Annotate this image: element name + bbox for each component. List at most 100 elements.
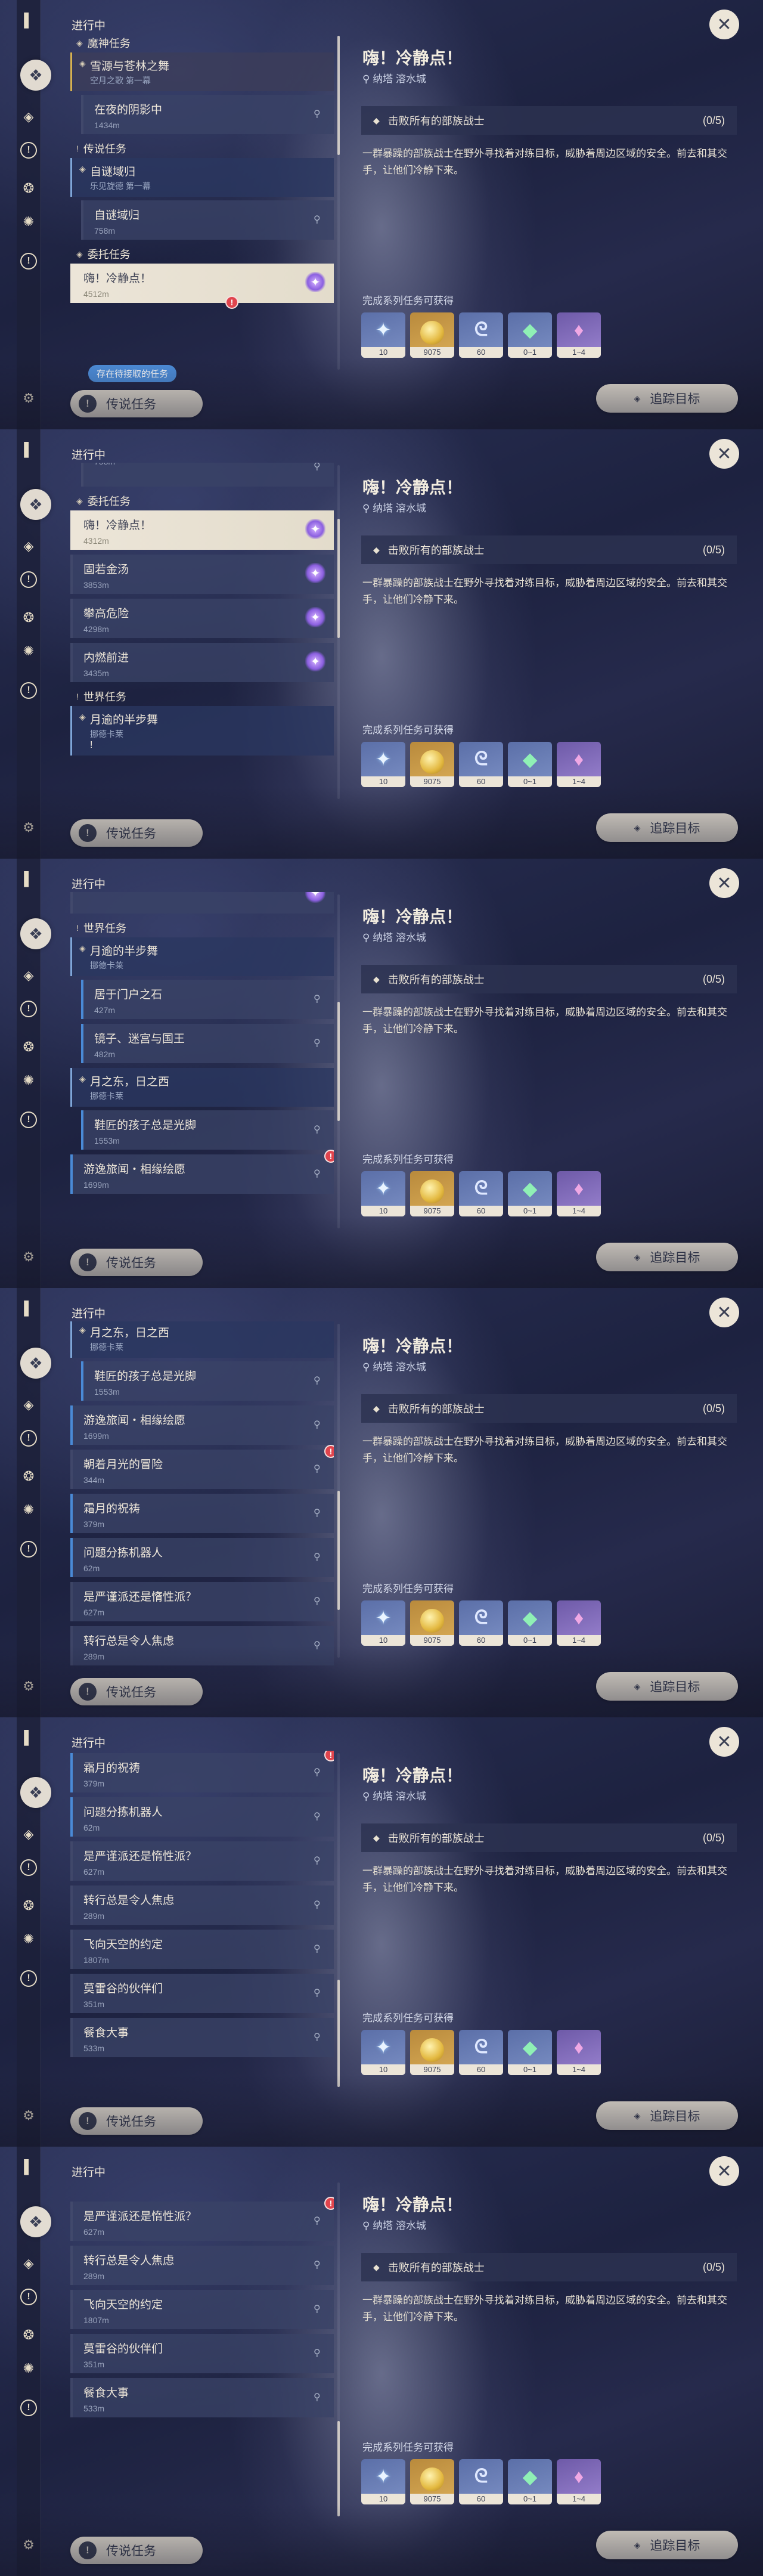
quest-list-item[interactable]: 飞向天空的约定 1807m ⚲ — [70, 2290, 334, 2329]
reward-mora[interactable]: 9075 — [410, 2459, 454, 2504]
close-button[interactable]: ✕ — [709, 1298, 739, 1327]
reward-adventure-exp[interactable]: ᘓ 60 — [459, 2030, 503, 2075]
quest-list-item[interactable]: 居于门户之石 427m ⚲ — [81, 980, 334, 1019]
reward-primogem[interactable]: ✦ 10 — [361, 2459, 405, 2504]
quest-list-item[interactable]: 游逸旅闻・相缘绘愿 1699m ⚲ — [70, 1405, 334, 1445]
world-quest-icon[interactable]: ❂ — [17, 2323, 41, 2347]
quest-list-item[interactable]: 游逸旅闻・相缘绘愿 1699m ⚲! — [70, 1150, 334, 1194]
story-quest-icon[interactable]: ! — [20, 142, 37, 159]
quest-group-header[interactable]: ◈ 月之东，日之西 挪德卡莱 — [70, 1068, 334, 1107]
map-pin-icon[interactable]: ⚲ — [314, 2259, 323, 2271]
map-pin-icon[interactable]: ⚲ — [314, 1168, 323, 1179]
reward-mora[interactable]: 9075 — [410, 1171, 454, 1216]
quest-list-item[interactable]: 莫雷谷的伙伴们 351m ⚲ — [70, 1974, 334, 2013]
reward-crystal[interactable]: ♦ 1~4 — [557, 742, 601, 787]
quest-list-item[interactable]: 霜月的祝祷 379m ⚲! — [70, 1751, 334, 1792]
quest-group-header[interactable]: ◈ 月逾的半步舞 挪德卡莱! — [70, 706, 334, 756]
quest-list-item[interactable]: 固若金汤 3853m ✦ — [70, 555, 334, 594]
reward-mora[interactable]: 9075 — [410, 1600, 454, 1646]
quest-list-item[interactable]: 鞋匠的孩子总是光脚 1553m ⚲ — [81, 1110, 334, 1150]
legend-quest-button[interactable]: ! 传说任务 — [70, 1249, 203, 1276]
scroll-thumb[interactable] — [337, 519, 340, 638]
reward-primogem[interactable]: ✦ 10 — [361, 1171, 405, 1216]
map-pin-icon[interactable]: ⚲ — [314, 1507, 323, 1519]
legend-quest-rail-icon[interactable]: ! — [20, 682, 37, 699]
map-pin-icon[interactable]: ⚲ — [314, 1123, 323, 1135]
quest-active-icon[interactable]: ❖ — [20, 1348, 51, 1379]
close-button[interactable]: ✕ — [709, 1727, 739, 1757]
reward-crystal[interactable]: ♦ 1~4 — [557, 2030, 601, 2075]
quest-list-item[interactable]: 飞向天空的约定 1807m ⚲ — [70, 1930, 334, 1969]
quest-list-item[interactable]: 霜月的祝祷 379m ⚲ — [70, 1494, 334, 1533]
quest-book-icon[interactable]: ▌ — [17, 8, 41, 32]
reward-adventure-exp[interactable]: ᘓ 60 — [459, 1600, 503, 1646]
reward-ore[interactable]: ◆ 0~1 — [508, 2030, 552, 2075]
map-pin-icon[interactable]: ⚲ — [314, 1551, 323, 1563]
quest-list-scrollbar[interactable] — [337, 894, 340, 1228]
quest-list[interactable]: 是严谨派还是惰性派？ 627m ⚲! 转行总是令人焦虑 289m ⚲ 飞向天空的约定 1807… — [70, 2180, 334, 2526]
map-pin-icon[interactable]: ⚲ — [314, 1639, 323, 1651]
reward-ore[interactable]: ◆ 0~1 — [508, 1171, 552, 1216]
archon-quest-icon[interactable]: ◈ — [17, 2252, 41, 2275]
reward-mora[interactable]: 9075 — [410, 742, 454, 787]
reward-crystal[interactable]: ♦ 1~4 — [557, 1600, 601, 1646]
map-pin-icon[interactable]: ⚲ — [314, 2215, 323, 2227]
map-pin-icon[interactable]: ⚲ — [314, 1463, 323, 1475]
commission-icon[interactable]: ✺ — [17, 1498, 41, 1522]
map-pin-icon[interactable]: ⚲ — [314, 1943, 323, 1955]
quest-list-item[interactable]: 转行总是令人焦虑 289m ⚲ — [70, 1885, 334, 1925]
legend-quest-button[interactable]: ! 传说任务 — [70, 1678, 203, 1705]
quest-list-item[interactable]: 鞋匠的孩子总是光脚 1553m ⚲ — [81, 1361, 334, 1401]
world-quest-icon[interactable]: ❂ — [17, 1035, 41, 1059]
quest-list-scrollbar[interactable] — [337, 465, 340, 799]
quest-list-item[interactable]: 758m ⚲ — [81, 463, 334, 487]
legend-quest-rail-icon[interactable]: ! — [20, 1541, 37, 1558]
quest-list-item[interactable]: 嗨！冷静点！ 4312m ✦ — [70, 510, 334, 550]
scroll-thumb[interactable] — [337, 1002, 340, 1121]
quest-group-header[interactable]: ◈ 月逾的半步舞 挪德卡莱 — [70, 937, 334, 976]
reward-crystal[interactable]: ♦ 1~4 — [557, 1171, 601, 1216]
quest-group-header[interactable]: ◈ 雪源与苍林之舞 空月之歌 第一幕 — [70, 52, 334, 91]
settings-icon[interactable]: ⚙ — [17, 816, 41, 840]
reward-mora[interactable]: 9075 — [410, 312, 454, 358]
quest-list-item[interactable]: 自谜域归 758m ⚲ — [81, 200, 334, 240]
settings-icon[interactable]: ⚙ — [17, 2533, 41, 2557]
quest-list-item[interactable]: 攀高危险 4298m ✦ — [70, 599, 334, 638]
close-button[interactable]: ✕ — [709, 2156, 739, 2186]
reward-adventure-exp[interactable]: ᘓ 60 — [459, 312, 503, 358]
map-pin-icon[interactable]: ⚲ — [314, 2347, 323, 2359]
quest-list-scrollbar[interactable] — [337, 2182, 340, 2516]
quest-list-scrollbar[interactable] — [337, 36, 340, 370]
story-quest-icon[interactable]: ! — [20, 2289, 37, 2305]
world-quest-icon[interactable]: ❂ — [17, 1894, 41, 1918]
reward-primogem[interactable]: ✦ 10 — [361, 1600, 405, 1646]
quest-list[interactable]: 758m ⚲ ◈ 委托任务嗨！冷静点！ 4312m ✦ 固若金汤 3853m ✦ 攀高危险 4298… — [70, 463, 334, 809]
map-pin-icon[interactable]: ⚲ — [314, 2031, 323, 2043]
archon-quest-icon[interactable]: ◈ — [17, 534, 41, 558]
quest-list-item[interactable]: 问题分拣机器人 62m ⚲ — [70, 1797, 334, 1837]
quest-active-icon[interactable]: ❖ — [20, 60, 51, 91]
quest-list-item[interactable]: 嗨！冷静点！ 4512m ✦! — [70, 264, 334, 309]
quest-active-icon[interactable]: ❖ — [20, 2206, 51, 2237]
track-target-button[interactable]: ◈ 追踪目标 — [596, 1672, 738, 1701]
track-target-button[interactable]: ◈ 追踪目标 — [596, 1243, 738, 1271]
archon-quest-icon[interactable]: ◈ — [17, 1393, 41, 1417]
quest-group-header[interactable]: ◈ 自谜域归 乐见旋德 第一幕 — [70, 158, 334, 197]
commission-icon[interactable]: ✺ — [17, 639, 41, 663]
settings-icon[interactable]: ⚙ — [17, 1674, 41, 1698]
map-pin-icon[interactable]: ⚲ — [314, 1595, 323, 1607]
story-quest-icon[interactable]: ! — [20, 1859, 37, 1876]
settings-icon[interactable]: ⚙ — [17, 1245, 41, 1269]
quest-list[interactable]: 3435m✦!世界任务◈月逾的半步舞挪德卡莱居于门户之石427m⚲镜子、迷宫与国… — [70, 892, 334, 1238]
map-pin-icon[interactable]: ⚲ — [314, 993, 323, 1005]
legend-quest-rail-icon[interactable]: ! — [20, 253, 37, 270]
map-pin-icon[interactable]: ⚲ — [314, 2303, 323, 2315]
story-quest-icon[interactable]: ! — [20, 1430, 37, 1447]
settings-icon[interactable]: ⚙ — [17, 386, 41, 410]
legend-quest-rail-icon[interactable]: ! — [20, 1111, 37, 1128]
close-button[interactable]: ✕ — [709, 439, 739, 469]
reward-crystal[interactable]: ♦ 1~4 — [557, 2459, 601, 2504]
quest-list-item[interactable]: 朝着月光的冒险 344m ⚲! — [70, 1445, 334, 1489]
quest-list-item[interactable]: 转行总是令人焦虑 289m ⚲ — [70, 1626, 334, 1665]
quest-book-icon[interactable]: ▌ — [17, 438, 41, 462]
